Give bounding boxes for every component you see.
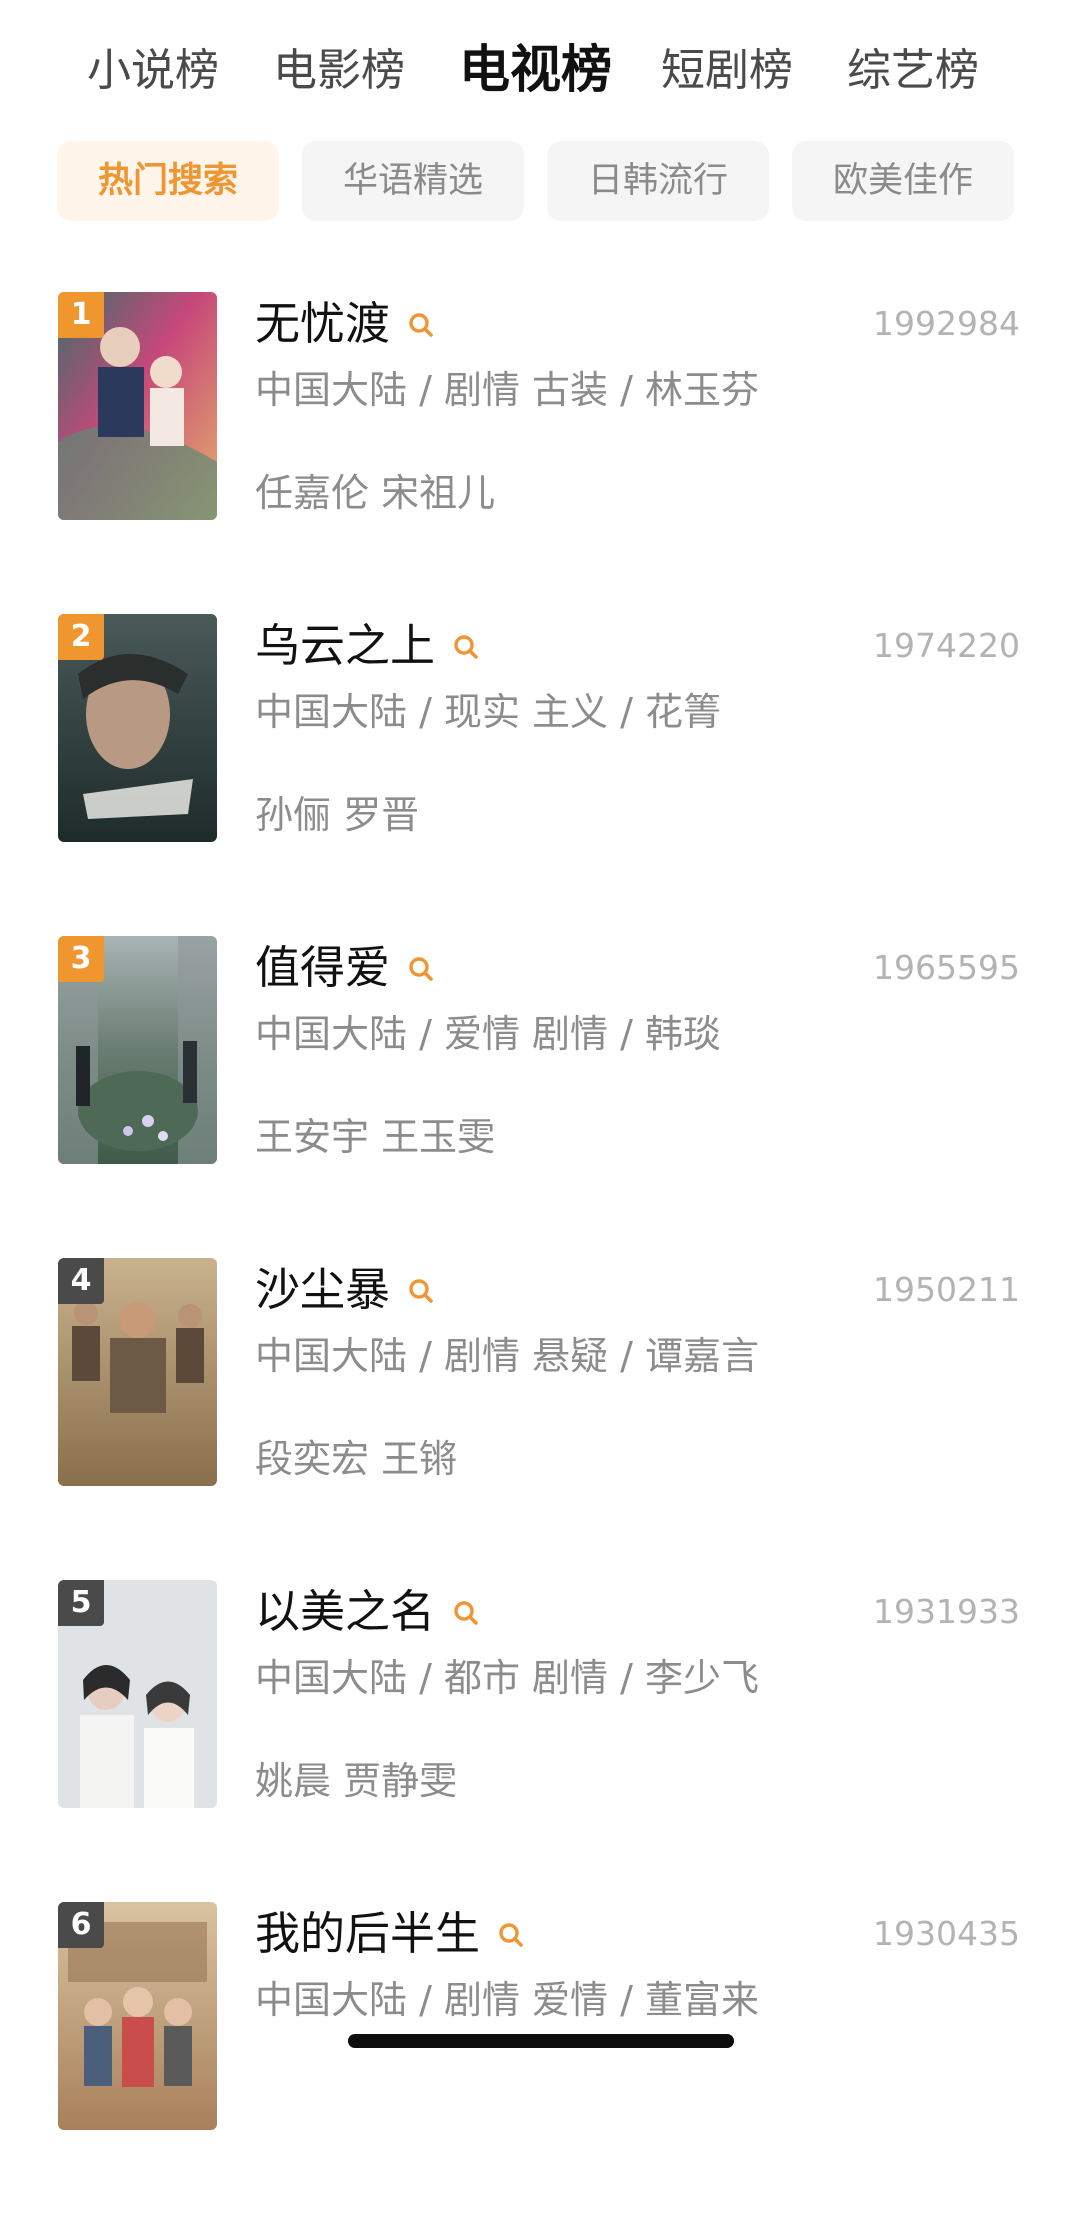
tab-tv[interactable]: 电视榜 — [459, 28, 612, 114]
item-title: 无忧渡 — [255, 292, 434, 356]
filter-chips: 热门搜索 华语精选 日韩流行 欧美佳作 — [0, 141, 1080, 221]
item-cast: 任嘉伦 宋祖儿 — [255, 471, 496, 515]
list-item[interactable]: 2 乌云之上 1974220 中国大陆 / 现实 主义 / 花箐 孙俪 罗晋 — [0, 614, 1080, 936]
search-icon[interactable] — [453, 1579, 479, 1643]
hot-score: 1965595 — [873, 948, 1020, 987]
tab-novels[interactable]: 小说榜 — [87, 28, 219, 114]
title-text: 以美之名 — [255, 1585, 436, 1638]
poster-image[interactable]: 1 — [58, 292, 217, 520]
tab-short-drama[interactable]: 短剧榜 — [661, 28, 793, 114]
search-icon[interactable] — [408, 935, 434, 999]
poster-image[interactable]: 2 — [58, 614, 217, 842]
poster-image[interactable]: 3 — [58, 936, 217, 1164]
list-item[interactable]: 4 沙尘暴 1950211 中国大陆 / 剧情 悬疑 / 谭嘉言 段奕宏 王锵 — [0, 1258, 1080, 1580]
item-title: 乌云之上 — [255, 614, 479, 678]
hot-score: 1992984 — [873, 304, 1020, 343]
chip-western[interactable]: 欧美佳作 — [792, 141, 1014, 221]
rank-badge: 1 — [58, 292, 104, 338]
search-icon[interactable] — [408, 1257, 434, 1321]
rank-badge: 4 — [58, 1258, 104, 1304]
item-meta: 中国大陆 / 都市 剧情 / 李少飞 — [255, 1656, 760, 1700]
tab-movies[interactable]: 电影榜 — [273, 28, 405, 114]
title-text: 我的后半生 — [255, 1907, 481, 1960]
item-cast: 段奕宏 王锵 — [255, 1437, 458, 1481]
search-icon[interactable] — [408, 291, 434, 355]
search-icon[interactable] — [498, 1901, 524, 1965]
poster-image[interactable]: 6 — [58, 1902, 217, 2130]
list-item[interactable]: 6 我的后半生 1930435 中国大陆 / 剧情 爱情 / 董富来 — [0, 1902, 1080, 2224]
list-item[interactable]: 3 值得爱 1965595 中国大陆 / 爱情 剧情 / 韩琰 王安宇 王玉雯 — [0, 936, 1080, 1258]
item-meta: 中国大陆 / 爱情 剧情 / 韩琰 — [255, 1012, 722, 1056]
item-title: 以美之名 — [255, 1580, 479, 1644]
title-text: 值得爱 — [255, 941, 391, 994]
rank-badge: 6 — [58, 1902, 104, 1948]
search-icon[interactable] — [453, 613, 479, 677]
rank-badge: 3 — [58, 936, 104, 982]
home-indicator[interactable] — [348, 2034, 734, 2048]
poster-image[interactable]: 5 — [58, 1580, 217, 1808]
title-text: 乌云之上 — [255, 619, 436, 672]
title-text: 沙尘暴 — [255, 1263, 391, 1316]
item-cast: 王安宇 王玉雯 — [255, 1115, 496, 1159]
item-meta: 中国大陆 / 剧情 古装 / 林玉芬 — [255, 368, 760, 412]
hot-score: 1974220 — [873, 626, 1020, 665]
item-meta: 中国大陆 / 现实 主义 / 花箐 — [255, 690, 722, 734]
poster-image[interactable]: 4 — [58, 1258, 217, 1486]
item-cast: 孙俪 罗晋 — [255, 793, 420, 837]
tab-variety[interactable]: 综艺榜 — [847, 28, 979, 114]
hot-score: 1931933 — [873, 1592, 1020, 1631]
rank-badge: 2 — [58, 614, 104, 660]
hot-score: 1950211 — [873, 1270, 1020, 1309]
item-title: 值得爱 — [255, 936, 434, 1000]
chip-chinese-picks[interactable]: 华语精选 — [302, 141, 524, 221]
chip-hot-search[interactable]: 热门搜索 — [57, 141, 279, 221]
rank-badge: 5 — [58, 1580, 104, 1626]
item-title: 沙尘暴 — [255, 1258, 434, 1322]
chip-jp-kr[interactable]: 日韩流行 — [547, 141, 769, 221]
item-cast: 姚晨 贾静雯 — [255, 1759, 458, 1803]
category-tabs: 小说榜 电影榜 电视榜 短剧榜 综艺榜 — [0, 28, 1080, 114]
list-item[interactable]: 5 以美之名 1931933 中国大陆 / 都市 剧情 / 李少飞 姚晨 贾静雯 — [0, 1580, 1080, 1902]
hot-score: 1930435 — [873, 1914, 1020, 1953]
item-title: 我的后半生 — [255, 1902, 524, 1966]
item-meta: 中国大陆 / 剧情 悬疑 / 谭嘉言 — [255, 1334, 760, 1378]
item-meta: 中国大陆 / 剧情 爱情 / 董富来 — [255, 1978, 760, 2022]
list-item[interactable]: 1 无忧渡 1992984 中国大陆 / 剧情 古装 / 林玉芬 任嘉伦 宋祖儿 — [0, 292, 1080, 614]
title-text: 无忧渡 — [255, 297, 391, 350]
